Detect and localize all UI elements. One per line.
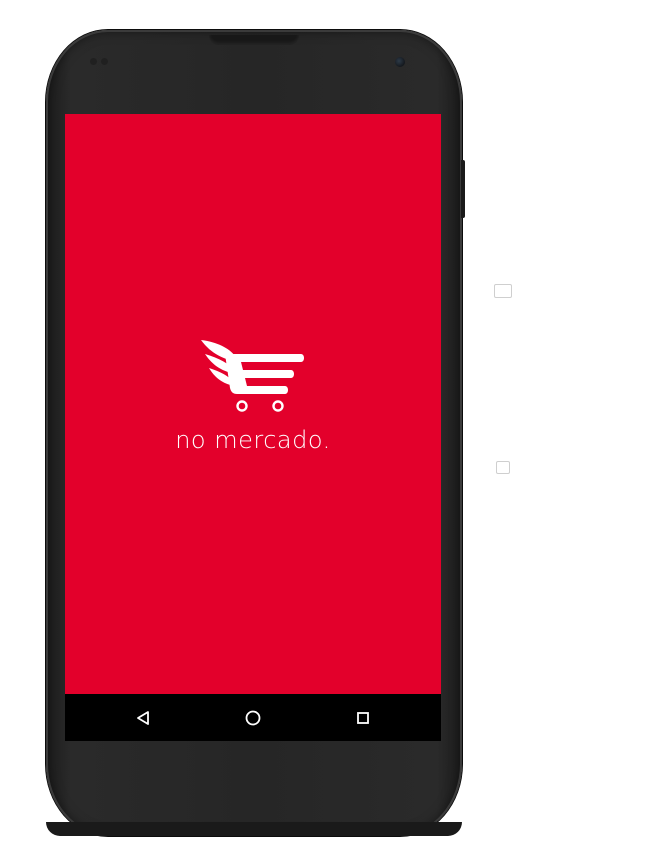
phone-bottom-edge (46, 822, 462, 836)
triangle-back-icon (137, 711, 149, 725)
device-screen[interactable]: no mercado. (65, 114, 441, 741)
sensor-dot (101, 58, 108, 65)
home-button[interactable] (241, 706, 265, 730)
winged-shopping-cart-icon (201, 340, 304, 412)
rotate-icon[interactable] (496, 461, 510, 474)
brand-name: no mercado. (175, 426, 331, 454)
speaker-grille (209, 35, 299, 45)
emulator-stage: no mercado. (0, 0, 653, 853)
sensor-dot (90, 58, 97, 65)
screenshot-icon[interactable] (494, 284, 512, 298)
splash-screen: no mercado. (65, 114, 441, 694)
power-button[interactable] (461, 160, 465, 218)
back-button[interactable] (131, 706, 155, 730)
front-camera-icon (395, 57, 405, 67)
recents-button[interactable] (351, 706, 375, 730)
circle-home-icon (245, 710, 261, 726)
square-recents-icon (357, 712, 369, 724)
android-nav-bar (65, 694, 441, 741)
